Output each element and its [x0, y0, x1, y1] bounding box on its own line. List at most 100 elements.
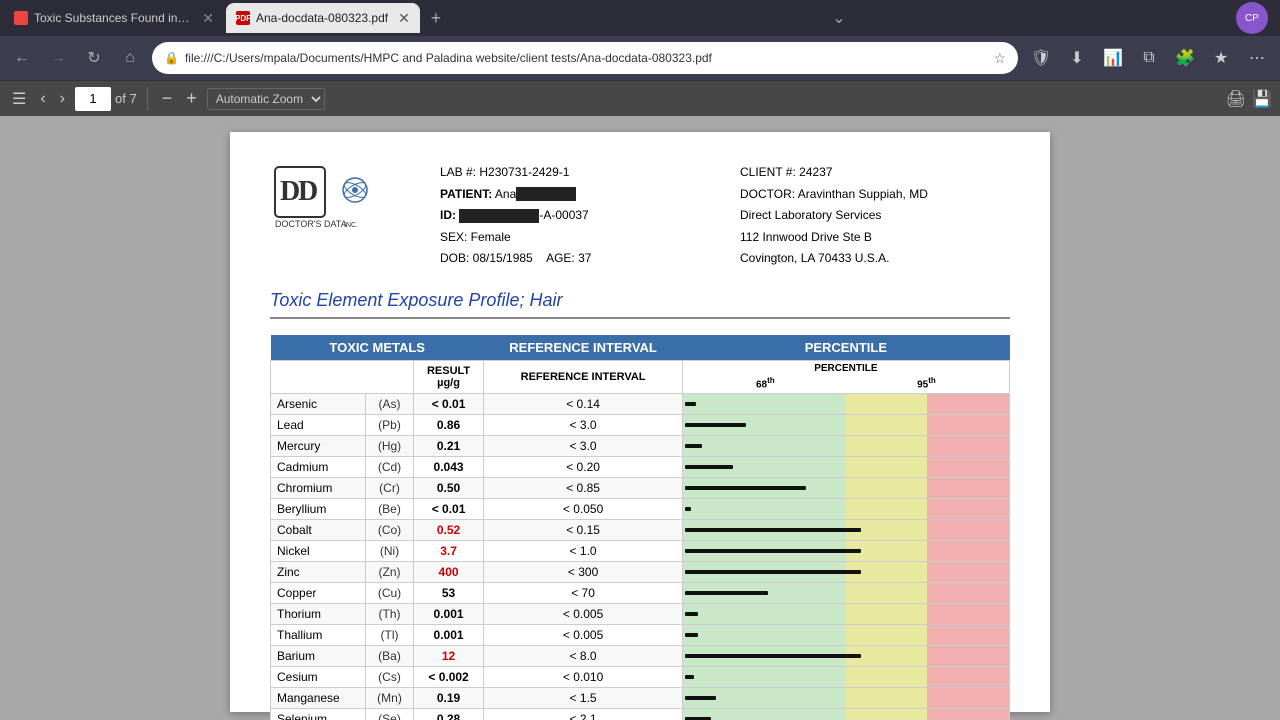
- yellow-zone: [846, 583, 928, 603]
- home-button[interactable]: ⌂: [116, 44, 144, 72]
- lab-number: LAB #: H230731-2429-1: [440, 162, 710, 184]
- url-actions: ☆: [993, 50, 1006, 67]
- percentile-label: PERCENTILE: [685, 363, 1007, 374]
- zoom-select[interactable]: Automatic Zoom: [207, 88, 325, 110]
- tab-close-2[interactable]: ✕: [398, 10, 410, 27]
- yellow-zone: [846, 478, 928, 498]
- green-zone: [683, 625, 846, 645]
- menu-icon[interactable]: ⋯: [1242, 43, 1272, 73]
- bar-line: [685, 591, 769, 595]
- bar-chart-cell: [682, 393, 1009, 414]
- reference-value: < 2.1: [484, 708, 682, 720]
- sidebar-toggle-button[interactable]: ☰: [8, 85, 30, 113]
- yellow-zone: [846, 394, 928, 414]
- red-zone: [927, 541, 1009, 561]
- percentile-header: PERCENTILE: [682, 335, 1009, 361]
- tabs-icon[interactable]: ⧉: [1134, 43, 1164, 73]
- patient-dob: DOB: 08/15/1985 AGE: 37: [440, 248, 710, 270]
- bookmark-icon[interactable]: ☆: [993, 50, 1006, 67]
- bar-line: [685, 675, 694, 679]
- svg-text:D: D: [298, 176, 318, 207]
- new-tab-button[interactable]: +: [422, 4, 450, 32]
- yellow-zone: [846, 604, 928, 624]
- url-bar[interactable]: 🔒 file:///C:/Users/mpala/Documents/HMPC …: [152, 42, 1018, 74]
- zone-background: [683, 709, 1009, 720]
- next-page-button[interactable]: ›: [56, 86, 69, 112]
- element-symbol: (Mn): [366, 687, 413, 708]
- doctor-name: DOCTOR: Aravinthan Suppiah, MD: [740, 184, 1010, 206]
- table-row: Cobalt (Co) 0.52 < 0.15: [271, 519, 1010, 540]
- red-zone: [927, 646, 1009, 666]
- reference-value: < 0.050: [484, 498, 682, 519]
- p68-label: 68th: [756, 376, 775, 390]
- green-zone: [683, 499, 846, 519]
- zone-background: [683, 688, 1009, 708]
- table-row: Nickel (Ni) 3.7 < 1.0: [271, 540, 1010, 561]
- zoom-out-button[interactable]: −: [158, 84, 177, 113]
- toxic-metals-table: TOXIC METALS REFERENCE INTERVAL PERCENTI…: [270, 335, 1010, 720]
- bar-chart-cell: [682, 456, 1009, 477]
- extensions-icon[interactable]: 🧩: [1170, 43, 1200, 73]
- zone-background: [683, 667, 1009, 687]
- address-line2: Covington, LA 70433 U.S.A.: [740, 248, 1010, 270]
- bar-chart-cell: [682, 624, 1009, 645]
- address-line1: 112 Innwood Drive Ste B: [740, 227, 1010, 249]
- percentile-values: 68th 95th: [685, 376, 1007, 390]
- page-number-input[interactable]: [75, 87, 111, 111]
- prev-page-button[interactable]: ‹: [36, 86, 49, 112]
- result-value: 0.52: [413, 519, 484, 540]
- forward-button[interactable]: →: [44, 44, 72, 72]
- svg-text:DOCTOR'S DATA: DOCTOR'S DATA: [275, 219, 347, 229]
- reference-value: < 1.5: [484, 687, 682, 708]
- profile-initials: CP: [1245, 13, 1259, 24]
- favorites-icon[interactable]: ★: [1206, 43, 1236, 73]
- element-name: Thorium: [271, 603, 366, 624]
- logo-area: D D DOCTOR'S DATA INC.: [270, 162, 410, 270]
- red-zone: [927, 688, 1009, 708]
- url-text: file:///C:/Users/mpala/Documents/HMPC an…: [185, 51, 981, 65]
- table-row: Chromium (Cr) 0.50 < 0.85: [271, 477, 1010, 498]
- bar-chart-cell: [682, 645, 1009, 666]
- red-zone: [927, 478, 1009, 498]
- table-main-header: TOXIC METALS REFERENCE INTERVAL PERCENTI…: [271, 335, 1010, 361]
- collections-icon[interactable]: 📊: [1098, 43, 1128, 73]
- yellow-zone: [846, 499, 928, 519]
- element-name: Cobalt: [271, 519, 366, 540]
- element-name: Chromium: [271, 477, 366, 498]
- bar-chart-cell: [682, 414, 1009, 435]
- tab-toxic[interactable]: Toxic Substances Found in CO... ✕: [4, 3, 224, 33]
- reference-value: < 8.0: [484, 645, 682, 666]
- red-zone: [927, 667, 1009, 687]
- reload-button[interactable]: ↻: [80, 44, 108, 72]
- zoom-in-button[interactable]: +: [182, 84, 201, 113]
- print-icon[interactable]: 🖨: [1226, 89, 1246, 109]
- tab-pdf[interactable]: PDF Ana-docdata-080323.pdf ✕: [226, 3, 420, 33]
- element-name: Nickel: [271, 540, 366, 561]
- save-icon[interactable]: 💾: [1252, 89, 1272, 109]
- table-row: Beryllium (Be) < 0.01 < 0.050: [271, 498, 1010, 519]
- doctors-data-logo: D D DOCTOR'S DATA INC.: [270, 162, 400, 232]
- zone-background: [683, 604, 1009, 624]
- bar-line: [685, 402, 696, 406]
- tab-close-1[interactable]: ✕: [202, 10, 214, 27]
- red-zone: [927, 604, 1009, 624]
- table-row: Mercury (Hg) 0.21 < 3.0: [271, 435, 1010, 456]
- element-symbol: (Pb): [366, 414, 413, 435]
- result-value: 53: [413, 582, 484, 603]
- result-value: 0.86: [413, 414, 484, 435]
- element-name: Cesium: [271, 666, 366, 687]
- back-button[interactable]: ←: [8, 44, 36, 72]
- result-value: 0.28: [413, 708, 484, 720]
- download-icon[interactable]: ⬇: [1062, 43, 1092, 73]
- tab-overflow-button[interactable]: ⌄: [832, 8, 853, 28]
- shield-icon[interactable]: 🛡: [1026, 43, 1056, 73]
- element-name: Beryllium: [271, 498, 366, 519]
- profile-avatar[interactable]: CP Christine Padovan: [1236, 2, 1268, 34]
- red-zone: [927, 394, 1009, 414]
- element-symbol: (Se): [366, 708, 413, 720]
- column-headers: RESULT µg/g REFERENCE INTERVAL PERCENTIL…: [271, 360, 1010, 393]
- patient-sex: SEX: Female: [440, 227, 710, 249]
- pdf-content: D D DOCTOR'S DATA INC. LAB #: H230731-24…: [0, 116, 1280, 720]
- red-zone: [927, 583, 1009, 603]
- yellow-zone: [846, 457, 928, 477]
